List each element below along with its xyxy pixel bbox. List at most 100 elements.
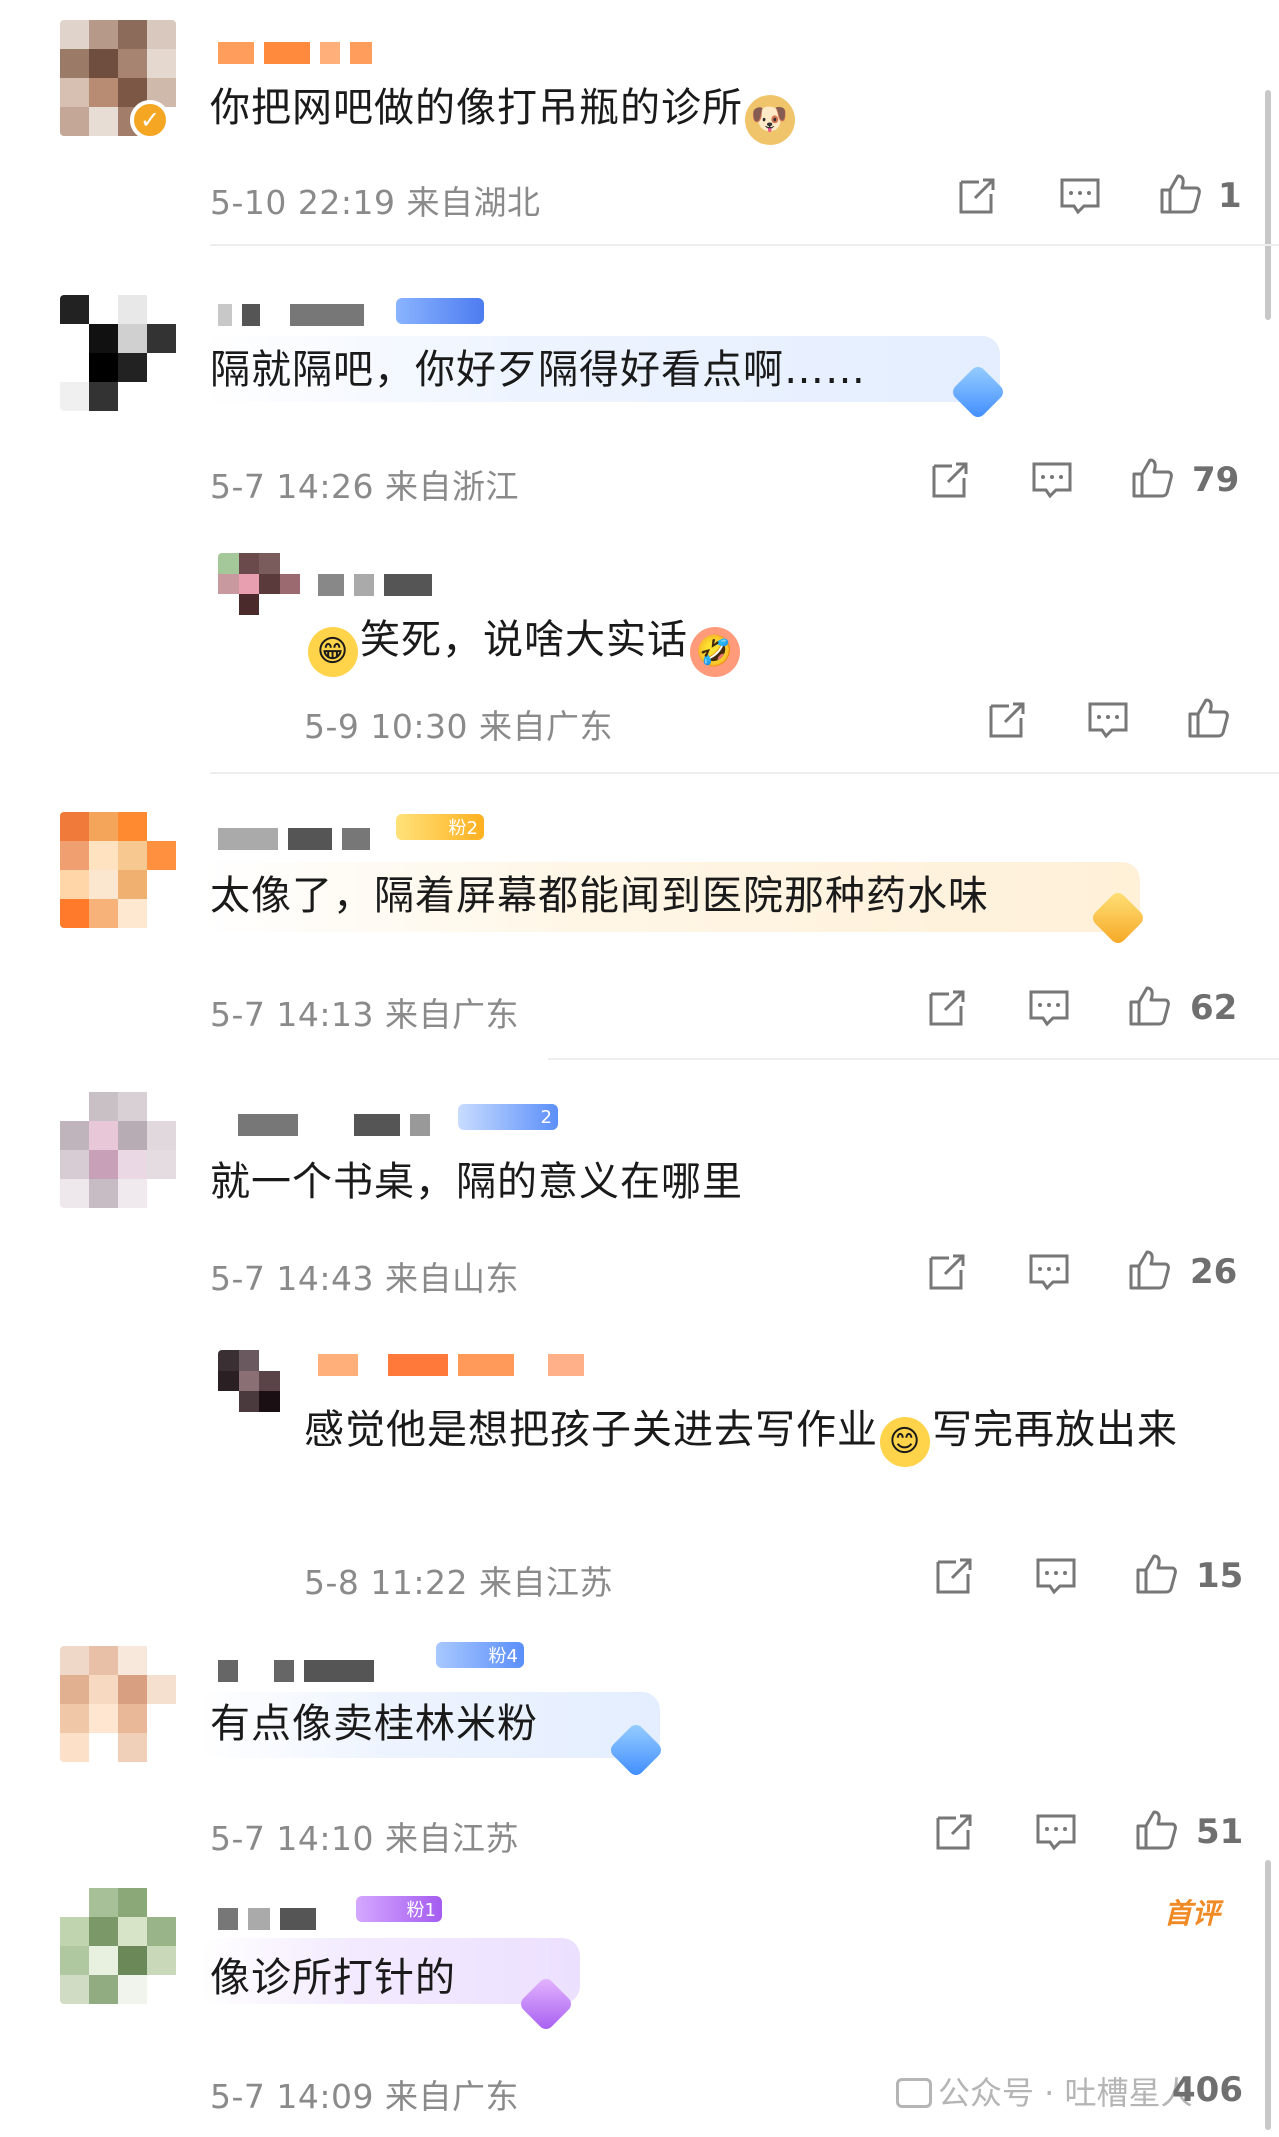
like-count: 26 [1190,1252,1238,1292]
avatar[interactable] [60,1646,176,1762]
comment-text: 就一个书桌，隔的意义在哪里 [210,1159,743,1205]
scrollbar-top[interactable] [1265,90,1271,320]
fan-badge-label: 2 [540,1106,552,1128]
divider [210,772,1279,774]
share-icon [936,1558,972,1594]
username-blurred[interactable] [218,1658,374,1684]
share-icon [959,178,995,214]
smile-emoji-icon: 😊 [880,1417,930,1467]
comment-icon [1036,1558,1076,1595]
thumbs-up-icon [1136,1554,1177,1594]
comment-meta: 5-7 14:26 来自浙江 [210,460,519,508]
like-button[interactable] [1130,456,1174,500]
thumbs-up-icon [1160,174,1201,214]
like-button[interactable] [1127,1248,1171,1292]
divider [210,244,1279,246]
comment-time: 5-7 14:10 [210,1819,374,1858]
share-button[interactable] [932,1810,976,1854]
thumbs-up-icon [1132,458,1173,498]
share-button[interactable] [985,698,1029,742]
comment-location: 来自广东 [479,707,613,746]
comment-icon [1060,178,1100,215]
watermark-text: 公众号 · 吐槽星人 [938,2074,1193,2112]
like-count: 51 [1196,1812,1244,1852]
username-blurred[interactable] [218,40,372,66]
reply-button[interactable] [1034,1810,1078,1854]
first-comment-tag: 首评 [1164,1897,1221,1930]
like-button[interactable] [1134,1808,1178,1852]
verified-icon: ✓ [130,100,170,140]
comment-time: 5-8 11:22 [304,1563,468,1602]
fan-badge-label: 粉4 [488,1646,518,1667]
reply-button[interactable] [1086,698,1130,742]
comment-meta: 5-9 10:30 来自广东 [304,700,613,748]
comment-text: 像诊所打针的 [210,1955,456,2001]
watermark: 公众号 · 吐槽星人 [896,2068,1193,2114]
avatar[interactable] [60,1092,176,1208]
reply-button[interactable] [1027,1250,1071,1294]
share-icon [929,990,965,1026]
username-blurred[interactable] [218,1906,316,1932]
username-blurred[interactable] [318,572,432,598]
reply-button[interactable] [1058,174,1102,218]
comment-location: 来自湖北 [406,183,541,222]
scrollbar-bottom[interactable] [1265,1860,1271,2130]
reply-button[interactable] [1027,986,1071,1030]
username-blurred[interactable] [218,302,364,328]
fan-badge-label: 粉2 [448,818,478,839]
like-count: 1 [1218,176,1242,216]
comment-text: 隔就隔吧，你好歹隔得好看点啊…… [210,347,866,393]
username-blurred[interactable] [318,1352,584,1378]
like-count: 62 [1190,988,1238,1028]
divider [548,1058,1279,1060]
like-button[interactable] [1186,696,1230,740]
avatar[interactable] [60,295,176,411]
comment-meta: 5-8 11:22 来自江苏 [304,1556,613,1604]
share-icon [929,1254,965,1290]
wechat-icon [896,2078,932,2108]
comment-time: 5-9 10:30 [304,707,468,746]
share-icon [932,462,968,498]
avatar[interactable] [60,1888,176,2004]
share-button[interactable] [955,174,999,218]
avatar[interactable] [218,1350,300,1432]
share-button[interactable] [925,1250,969,1294]
like-button[interactable] [1127,984,1171,1028]
share-icon [936,1814,972,1850]
comment-meta: 5-7 14:09 来自广东 [210,2070,519,2118]
share-button[interactable] [925,986,969,1030]
reply-button[interactable] [1030,458,1074,502]
comment-text-body: 你把网吧做的像打吊瓶的诊所 [210,85,743,131]
comment-location: 来自山东 [385,1259,519,1298]
comment-meta: 5-7 14:13 来自广东 [210,988,519,1036]
avatar[interactable] [60,812,176,928]
share-button[interactable] [928,458,972,502]
comment-icon [1036,1814,1076,1851]
fan-badge: 粉4 [436,1642,524,1668]
comment-icon [1088,702,1128,739]
grin-emoji-icon: 😁 [308,627,358,677]
share-button[interactable] [932,1554,976,1598]
fan-badge: 2 [458,1104,558,1130]
comment-time: 5-7 14:43 [210,1259,374,1298]
comment-meta: 5-7 14:10 来自江苏 [210,1812,519,1860]
thumbs-up-icon [1129,986,1170,1026]
comment-time: 5-7 14:13 [210,995,374,1034]
comment-location: 来自江苏 [385,1819,519,1858]
thumbs-up-icon [1188,698,1229,738]
comment-icon [1032,462,1072,499]
fan-badge [396,298,484,324]
avatar[interactable] [218,553,300,635]
share-icon [989,702,1025,738]
username-blurred[interactable] [218,826,370,852]
like-button[interactable] [1158,172,1202,216]
like-button[interactable] [1134,1552,1178,1596]
doge-emoji-icon: 🐶 [745,95,795,145]
like-count: 79 [1192,460,1240,500]
username-blurred[interactable] [238,1112,430,1138]
comment-location: 来自广东 [385,995,519,1034]
comment-text: 有点像卖桂林米粉 [210,1701,538,1747]
comment-text: 你把网吧做的像打吊瓶的诊所 🐶 [210,76,797,145]
comment-text: 😁 笑死，说啥大实话 🤣 [306,608,742,677]
reply-button[interactable] [1034,1554,1078,1598]
